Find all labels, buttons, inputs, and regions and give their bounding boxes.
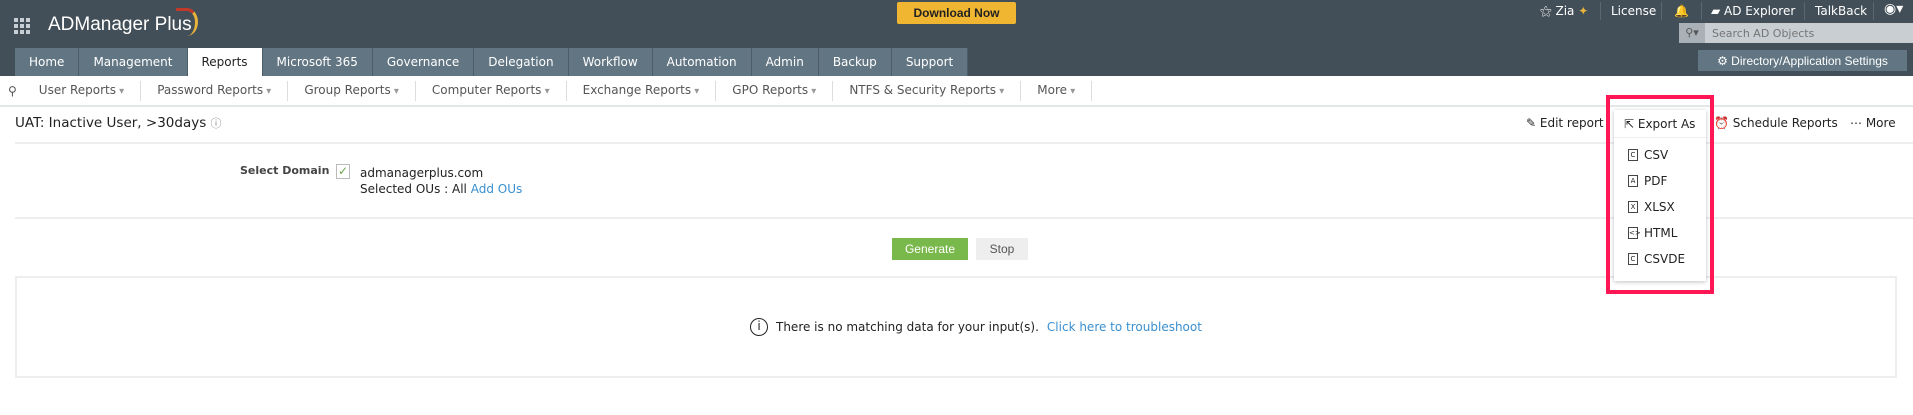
tab-automation[interactable]: Automation — [652, 48, 752, 76]
app-grid-icon[interactable] — [14, 18, 30, 34]
subnav-gpo-reports[interactable]: GPO Reports — [716, 80, 834, 101]
more-label: More — [1865, 116, 1896, 130]
gear-icon: ⚙ — [1717, 53, 1732, 68]
edit-report-button[interactable]: ✎ Edit report — [1526, 116, 1604, 130]
selected-ous: Selected OUs : All Add OUs — [360, 182, 522, 196]
subnav-more[interactable]: More — [1021, 80, 1093, 101]
tab-support[interactable]: Support — [891, 48, 969, 76]
zia-label: Zia — [1555, 4, 1575, 18]
zia-button[interactable]: ⚝ Zia ✦ — [1540, 4, 1588, 19]
tab-microsoft-365[interactable]: Microsoft 365 — [262, 48, 373, 76]
tab-workflow[interactable]: Workflow — [568, 48, 653, 76]
edit-label: Edit report — [1539, 116, 1604, 130]
ad-explorer-label: AD Explorer — [1724, 4, 1796, 18]
alarm-clock-icon: ⏰ — [1714, 116, 1733, 130]
add-ous-link[interactable]: Add OUs — [471, 182, 523, 196]
search-icon[interactable]: ⚲▾ — [1679, 23, 1705, 43]
no-data-message: i There is no matching data for your inp… — [750, 318, 1202, 336]
highlight-box — [1606, 95, 1714, 294]
sparkle-icon: ✦ — [1574, 4, 1589, 18]
generate-button[interactable]: Generate — [892, 238, 968, 260]
info-icon: i — [750, 318, 768, 336]
subnav-exchange-reports[interactable]: Exchange Reports — [567, 80, 717, 101]
subnav-password-reports[interactable]: Password Reports — [141, 80, 289, 101]
user-avatar-icon[interactable]: ◉▾ — [1884, 1, 1903, 17]
more-icon: ⋯ — [1850, 116, 1866, 130]
title-text: UAT: Inactive User, >30days — [15, 115, 207, 131]
divider — [1661, 2, 1662, 20]
main-tabs: Home Management Reports Microsoft 365 Govern… — [15, 48, 969, 76]
domain-checkbox[interactable]: ✓ — [336, 164, 350, 179]
stop-button[interactable]: Stop — [976, 238, 1028, 260]
tab-reports[interactable]: Reports — [187, 48, 263, 76]
tab-backup[interactable]: Backup — [818, 48, 892, 76]
talkback-link[interactable]: TalkBack — [1815, 4, 1867, 18]
subnav-computer-reports[interactable]: Computer Reports — [416, 80, 567, 101]
bell-icon[interactable]: 🔔 — [1674, 4, 1689, 18]
info-icon[interactable]: ⓘ — [211, 117, 222, 130]
divider — [1701, 2, 1702, 20]
divider — [1600, 2, 1601, 20]
ous-label: Selected OUs : — [360, 182, 449, 196]
search-reports-icon[interactable]: ⚲ — [0, 84, 23, 98]
folder-icon: ▰ — [1711, 4, 1725, 18]
app-logo: ADManager Plus — [48, 14, 192, 35]
ad-explorer-link[interactable]: ▰ AD Explorer — [1711, 4, 1795, 18]
select-domain-label: Select Domain — [240, 164, 330, 177]
more-actions-button[interactable]: ⋯ More — [1850, 116, 1896, 130]
directory-settings-button[interactable]: ⚙ Directory/Application Settings — [1698, 50, 1907, 71]
troubleshoot-link[interactable]: Click here to troubleshoot — [1047, 320, 1202, 334]
edit-icon: ✎ — [1526, 116, 1540, 130]
tab-management[interactable]: Management — [79, 48, 188, 76]
search-input[interactable] — [1705, 23, 1913, 43]
tab-home[interactable]: Home — [15, 48, 80, 76]
tab-admin[interactable]: Admin — [751, 48, 819, 76]
license-link[interactable]: License — [1611, 4, 1656, 18]
divider — [1804, 2, 1805, 20]
zia-icon: ⚝ — [1540, 4, 1556, 18]
settings-label: Directory/Application Settings — [1731, 53, 1888, 68]
tab-delegation[interactable]: Delegation — [474, 48, 569, 76]
page-title: UAT: Inactive User, >30days ⓘ — [15, 115, 222, 131]
download-now-button[interactable]: Download Now — [897, 2, 1016, 24]
tab-governance[interactable]: Governance — [372, 48, 475, 76]
domain-name: admanagerplus.com — [360, 166, 484, 180]
search-ad-objects: ⚲▾ — [1679, 23, 1913, 43]
divider — [1873, 2, 1874, 20]
schedule-label: Schedule Reports — [1732, 116, 1838, 130]
logo-arc-icon — [176, 8, 198, 36]
schedule-reports-button[interactable]: ⏰ Schedule Reports — [1714, 116, 1838, 130]
ous-value: All — [452, 182, 467, 196]
subnav-ntfs-security-reports[interactable]: NTFS & Security Reports — [833, 80, 1022, 101]
message-text: There is no matching data for your input… — [776, 320, 1039, 334]
subnav-group-reports[interactable]: Group Reports — [288, 80, 416, 101]
subnav-user-reports[interactable]: User Reports — [23, 80, 142, 101]
